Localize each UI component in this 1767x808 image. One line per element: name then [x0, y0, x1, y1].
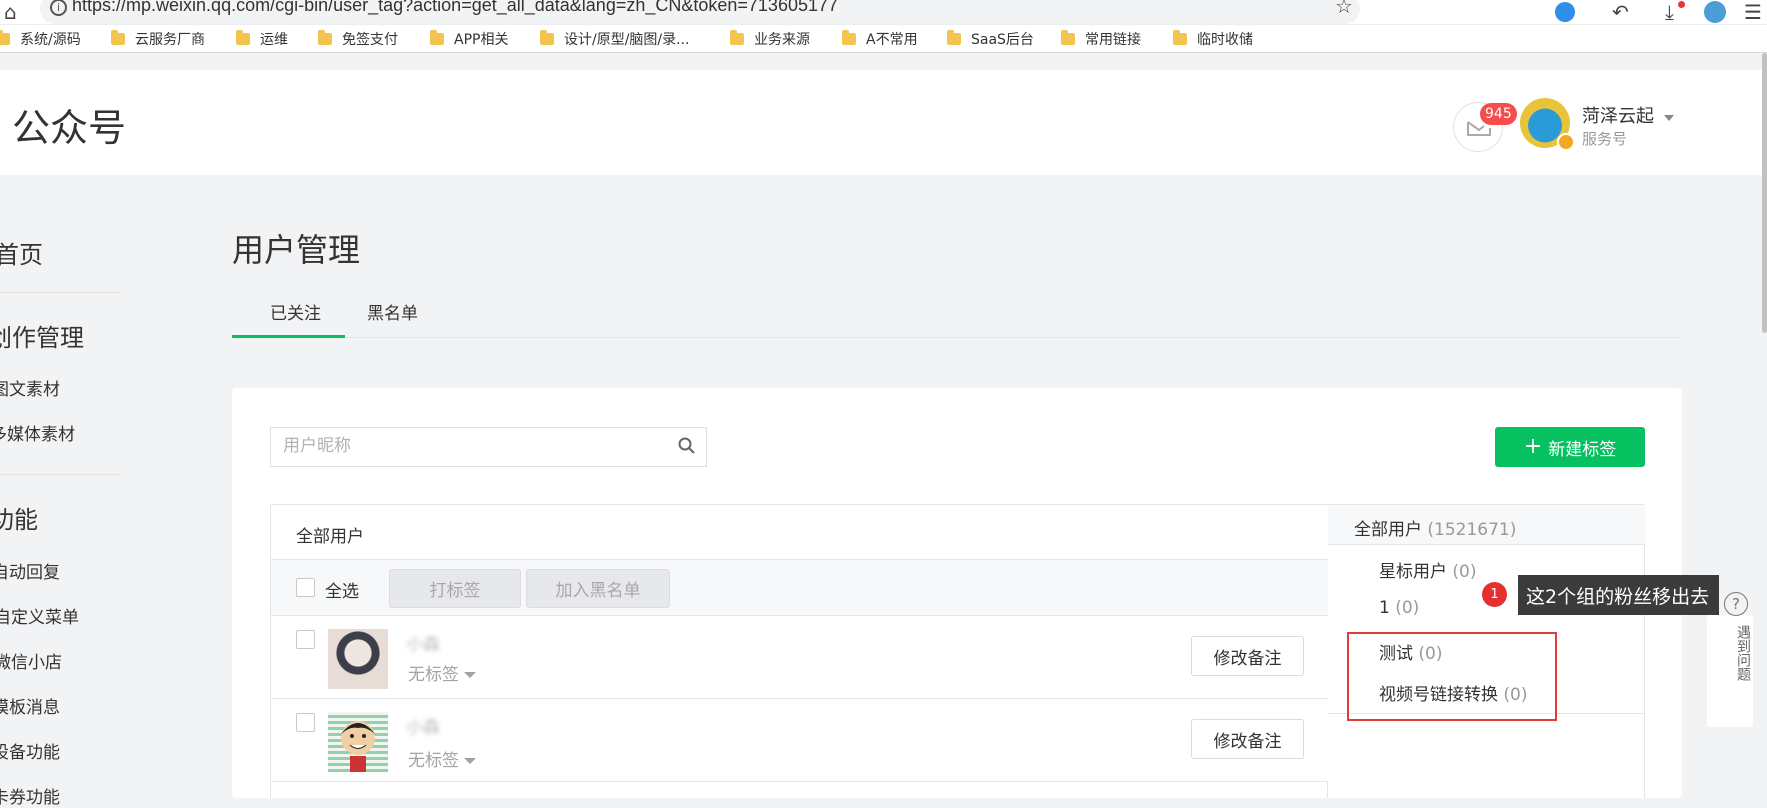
folder-icon [430, 30, 444, 45]
chevron-down-icon [464, 672, 476, 678]
tab-active-indicator [232, 335, 345, 338]
edit-remark-button[interactable]: 修改备注 [1191, 636, 1304, 676]
page-title: 用户管理 [232, 231, 361, 269]
folder-icon [842, 30, 856, 45]
user-avatar [328, 629, 388, 689]
home-icon[interactable]: ⌂ [4, 0, 17, 24]
user-name[interactable]: 小森 [406, 713, 440, 738]
user-name[interactable]: 小森 [406, 630, 440, 655]
annotation-highlight-box [1347, 632, 1557, 721]
table-header: 全部用户 [271, 505, 1329, 560]
user-tag-dropdown[interactable]: 无标签 [408, 660, 476, 685]
bookmark-item[interactable]: 免签支付 [318, 30, 398, 48]
address-bar[interactable]: i https://mp.weixin.qq.com/cgi-bin/user_… [40, 0, 1360, 24]
bookmark-item[interactable]: 云服务厂商 [111, 30, 205, 48]
sidebar-item-device[interactable]: 设备功能 [0, 738, 60, 763]
divider [0, 474, 120, 475]
bookmark-item[interactable]: 临时收储 [1173, 30, 1253, 48]
row-checkbox[interactable] [296, 713, 315, 732]
bookmarks-bar: 系统/源码 云服务厂商 运维 免签支付 APP相关 设计/原型/脑图/录... … [0, 25, 1767, 53]
divider [0, 292, 120, 293]
search-input[interactable] [283, 436, 663, 456]
table-row: 小森 无标签 修改备注 [271, 699, 1329, 782]
plus-icon: + [1523, 434, 1543, 459]
folder-icon [1173, 30, 1187, 45]
annotation-marker: 1 [1482, 582, 1507, 607]
folder-icon [236, 30, 250, 45]
table-row: 小森 无标签 修改备注 [271, 616, 1329, 699]
user-tag-dropdown[interactable]: 无标签 [408, 746, 476, 771]
new-tag-button[interactable]: + 新建标签 [1495, 427, 1645, 467]
edit-remark-button[interactable]: 修改备注 [1191, 719, 1304, 759]
folder-icon [947, 30, 961, 45]
verified-icon [1557, 133, 1575, 151]
folder-icon [111, 30, 125, 45]
profile-icon[interactable] [1704, 1, 1726, 23]
tab-blacklist[interactable]: 黑名单 [367, 299, 418, 324]
bookmark-item[interactable]: 常用链接 [1061, 30, 1141, 48]
tag-item[interactable]: 1 (0) [1379, 598, 1419, 618]
logo-text[interactable]: 公众号 [12, 97, 126, 152]
help-label: 遇到问题 [1735, 625, 1751, 681]
user-table: 全部用户 全选 打标签 加入黑名单 小森 无标签 修改备注 小森 无标签 修改备… [270, 504, 1329, 798]
bookmark-item[interactable]: 业务来源 [730, 30, 810, 48]
bookmark-item[interactable]: 系统/源码 [0, 30, 81, 48]
sidebar-item-home[interactable]: 首页 [0, 235, 43, 270]
browser-toolbar: ⌂ i https://mp.weixin.qq.com/cgi-bin/use… [0, 0, 1767, 25]
bookmark-item[interactable]: 设计/原型/脑图/录... [540, 30, 690, 48]
chevron-down-icon [464, 758, 476, 764]
help-widget[interactable]: 遇到问题 [1707, 615, 1753, 727]
tag-item[interactable]: 星标用户 (0) [1379, 557, 1477, 582]
account-name[interactable]: 菏泽云起 [1582, 102, 1654, 128]
folder-icon [318, 30, 332, 45]
bookmark-item[interactable]: SaaS后台 [947, 30, 1034, 48]
annotation-tooltip: 这2个组的粉丝移出去 [1518, 575, 1720, 615]
table-toolbar: 全选 打标签 加入黑名单 [271, 560, 1329, 616]
menu-icon[interactable]: ☰ [1744, 0, 1762, 24]
sidebar-section-create[interactable]: 创作管理 [0, 318, 84, 353]
sidebar: 首页 创作管理 图文素材 多媒体素材 功能 自动回复 自定义菜单 微信小店 模板… [0, 175, 160, 808]
folder-icon [730, 30, 744, 45]
tag-button[interactable]: 打标签 [389, 569, 521, 608]
extension-icon[interactable] [1555, 2, 1575, 22]
sidebar-section-feature[interactable]: 功能 [0, 500, 38, 535]
account-type: 服务号 [1582, 130, 1628, 148]
sidebar-item-autoreply[interactable]: 自动回复 [0, 558, 60, 583]
bookmark-item[interactable]: APP相关 [430, 30, 508, 48]
search-icon[interactable] [677, 436, 697, 456]
url-text: https://mp.weixin.qq.com/cgi-bin/user_ta… [72, 0, 839, 15]
sidebar-item-media[interactable]: 多媒体素材 [0, 420, 75, 445]
sidebar-item-article[interactable]: 图文素材 [0, 375, 60, 400]
select-all-checkbox[interactable] [296, 578, 315, 597]
table-header-label: 全部用户 [296, 527, 364, 547]
chevron-down-icon[interactable] [1664, 115, 1674, 121]
star-icon[interactable]: ☆ [1335, 0, 1353, 18]
add-blacklist-button[interactable]: 加入黑名单 [526, 569, 670, 608]
site-header: 公众号 945 菏泽云起 服务号 [0, 70, 1767, 175]
tab-followed[interactable]: 已关注 [270, 299, 321, 324]
tag-panel-header[interactable]: 全部用户 (1521671) [1328, 505, 1645, 545]
download-dot [1678, 1, 1685, 8]
notification-badge: 945 [1480, 103, 1517, 125]
folder-icon [0, 30, 10, 45]
download-icon[interactable]: ⤓ [1665, 0, 1674, 24]
sidebar-item-menu[interactable]: 自定义菜单 [0, 603, 79, 628]
tab-divider [232, 337, 1682, 338]
folder-icon [1061, 30, 1075, 45]
undo-icon[interactable]: ↶ [1612, 0, 1629, 24]
tag-all-users[interactable]: 全部用户 (1521671) [1354, 515, 1516, 540]
sidebar-item-more[interactable]: 卡券功能 [0, 783, 60, 808]
bookmark-item[interactable]: A不常用 [842, 30, 918, 48]
info-icon[interactable]: i [50, 0, 67, 16]
folder-icon [540, 30, 554, 45]
search-box[interactable] [270, 427, 707, 467]
sidebar-item-shop[interactable]: 微信小店 [0, 648, 62, 673]
row-checkbox[interactable] [296, 630, 315, 649]
bookmark-item[interactable]: 运维 [236, 30, 288, 48]
page-scrollbar[interactable] [1762, 53, 1767, 333]
select-all-label[interactable]: 全选 [325, 577, 359, 602]
sidebar-item-template[interactable]: 模板消息 [0, 693, 60, 718]
user-avatar [328, 712, 388, 772]
help-icon[interactable]: ? [1724, 592, 1748, 616]
